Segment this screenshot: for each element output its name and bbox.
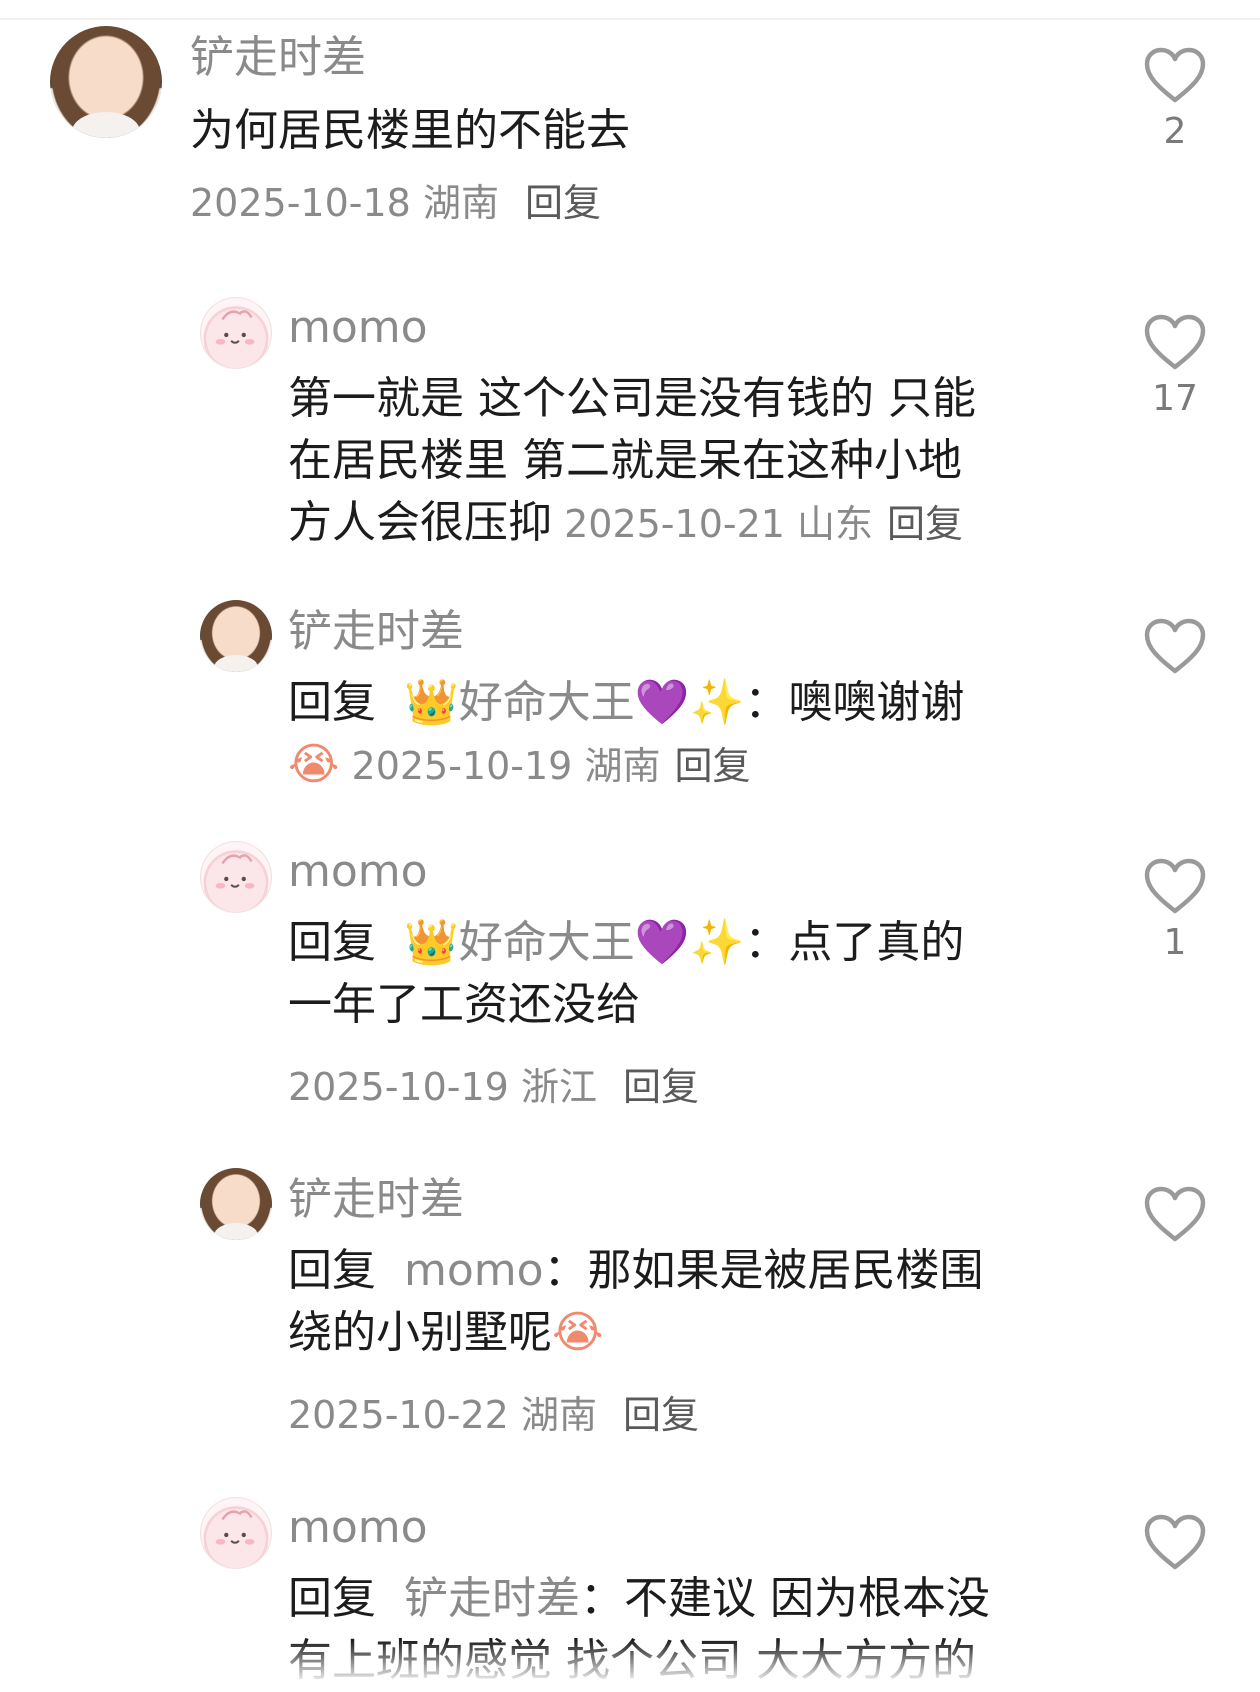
heart-icon	[1144, 314, 1206, 370]
reply-prefix: 回复	[288, 1245, 376, 1296]
like-button[interactable]	[1130, 1513, 1220, 1571]
heart-icon	[1144, 618, 1206, 674]
reply-prefix: 回复	[288, 677, 376, 728]
comment-text-line: 一年了工资还没给	[288, 979, 640, 1030]
comment-text[interactable]: 回复 momo：那如果是被居民楼围 绕的小别墅呢😭	[288, 1240, 1088, 1364]
comment-text-line: 绕的小别墅呢😭	[288, 1302, 1088, 1364]
heart-icon	[1144, 1514, 1206, 1570]
mochi-face-icon	[215, 854, 255, 889]
reply-button[interactable]: 回复	[623, 1065, 699, 1109]
mochi-face-icon	[215, 1510, 255, 1545]
comment-meta: 2025-10-18 湖南 回复	[190, 184, 601, 222]
reply-target[interactable]: momo	[404, 1245, 544, 1296]
username[interactable]: momo	[288, 1506, 428, 1550]
comment-location: 浙江	[520, 1065, 597, 1109]
comment-text-line: 在居民楼里 第二就是呆在这种小地	[288, 435, 962, 486]
like-button[interactable]	[1130, 1185, 1220, 1243]
reply-text: 噢噢谢谢	[788, 677, 965, 728]
comment-text-line: 回复 👑好命大王💜✨：点了真的	[288, 912, 1088, 974]
reply-text-continued: 绕的小别墅呢	[288, 1307, 552, 1358]
avatar[interactable]	[200, 1168, 272, 1240]
avatar[interactable]	[200, 600, 272, 672]
comment-date: 2025-10-18	[190, 181, 411, 225]
reply-separator: ：	[543, 1245, 588, 1296]
reply-text: 不建议 因为根本没	[623, 1573, 990, 1624]
comment-meta: 2025-10-19 浙江 回复	[288, 1068, 699, 1106]
comment-text-line: 回复 铲走时差：不建议 因为根本没	[288, 1568, 1108, 1630]
like-button[interactable]	[1130, 617, 1220, 675]
like-count: 17	[1152, 378, 1198, 419]
heart-icon	[1144, 47, 1206, 103]
username[interactable]: momo	[288, 306, 428, 350]
reply-button[interactable]: 回复	[887, 502, 963, 546]
avatar[interactable]	[200, 841, 272, 913]
comment-text[interactable]: 回复 👑好命大王💜✨：点了真的 一年了工资还没给	[288, 912, 1088, 1036]
reply-button[interactable]: 回复	[525, 181, 601, 225]
comment-text-line: 方人会很压抑	[288, 497, 552, 548]
reply-target[interactable]: 铲走时差	[404, 1573, 580, 1624]
reply-separator: ：	[744, 917, 789, 968]
comment-meta: 2025-10-19 湖南 回复	[339, 744, 751, 788]
comment-location: 湖南	[520, 1393, 597, 1437]
comment-location: 湖南	[422, 181, 499, 225]
comment-date: 2025-10-19	[351, 744, 573, 788]
comment-text[interactable]: 第一就是 这个公司是没有钱的 只能 在居民楼里 第二就是呆在这种小地 方人会很压…	[288, 368, 1088, 555]
comment-date: 2025-10-19	[288, 1065, 509, 1109]
reply-text: 点了真的	[788, 917, 965, 968]
bottom-fade	[0, 1640, 1260, 1680]
top-divider	[0, 18, 1260, 20]
username[interactable]: 铲走时差	[288, 1178, 464, 1222]
comment-date: 2025-10-21	[564, 502, 785, 546]
like-count: 2	[1163, 111, 1187, 152]
reply-target[interactable]: 👑好命大王💜✨	[404, 917, 744, 968]
like-button[interactable]: 17	[1130, 313, 1220, 417]
comment-text-line: 第一就是 这个公司是没有钱的 只能	[288, 373, 976, 424]
reply-separator: ：	[579, 1573, 624, 1624]
comment-text-line-with-meta: 方人会很压抑 2025-10-21 山东 回复	[288, 492, 1088, 555]
heart-icon	[1144, 1186, 1206, 1242]
avatar[interactable]	[200, 1497, 272, 1569]
username[interactable]: 铲走时差	[190, 36, 366, 80]
reply-button[interactable]: 回复	[674, 744, 750, 788]
like-count: 1	[1163, 922, 1187, 963]
comment-meta: 2025-10-22 湖南 回复	[288, 1396, 699, 1434]
reply-prefix: 回复	[288, 1573, 376, 1624]
crying-emoji-icon: 😭	[552, 1307, 604, 1358]
reply-prefix: 回复	[288, 917, 376, 968]
avatar[interactable]	[200, 297, 272, 369]
avatar[interactable]	[50, 26, 162, 138]
comment-location: 湖南	[584, 744, 661, 788]
comment-text-line: 回复 👑好命大王💜✨：噢噢谢谢	[288, 672, 1088, 734]
reply-button[interactable]: 回复	[623, 1393, 699, 1437]
username[interactable]: momo	[288, 850, 428, 894]
comment-date: 2025-10-22	[288, 1393, 509, 1437]
comment-text-line: 回复 momo：那如果是被居民楼围	[288, 1240, 1088, 1302]
comment-text[interactable]: 为何居民楼里的不能去	[190, 100, 630, 162]
mochi-face-icon	[215, 310, 255, 345]
crying-emoji-icon: 😭	[288, 739, 340, 790]
reply-text: 那如果是被居民楼围	[587, 1245, 984, 1296]
comment-meta: 2025-10-21 山东 回复	[552, 502, 963, 546]
comment-location: 山东	[797, 502, 874, 546]
like-button[interactable]: 1	[1130, 857, 1220, 961]
comment-text-line-with-meta: 😭 2025-10-19 湖南 回复	[288, 734, 1088, 797]
like-button[interactable]: 2	[1130, 46, 1220, 150]
comment-text[interactable]: 回复 👑好命大王💜✨：噢噢谢谢 😭 2025-10-19 湖南 回复	[288, 672, 1088, 797]
heart-icon	[1144, 858, 1206, 914]
reply-target[interactable]: 👑好命大王💜✨	[404, 677, 744, 728]
username[interactable]: 铲走时差	[288, 610, 464, 654]
reply-separator: ：	[744, 677, 789, 728]
